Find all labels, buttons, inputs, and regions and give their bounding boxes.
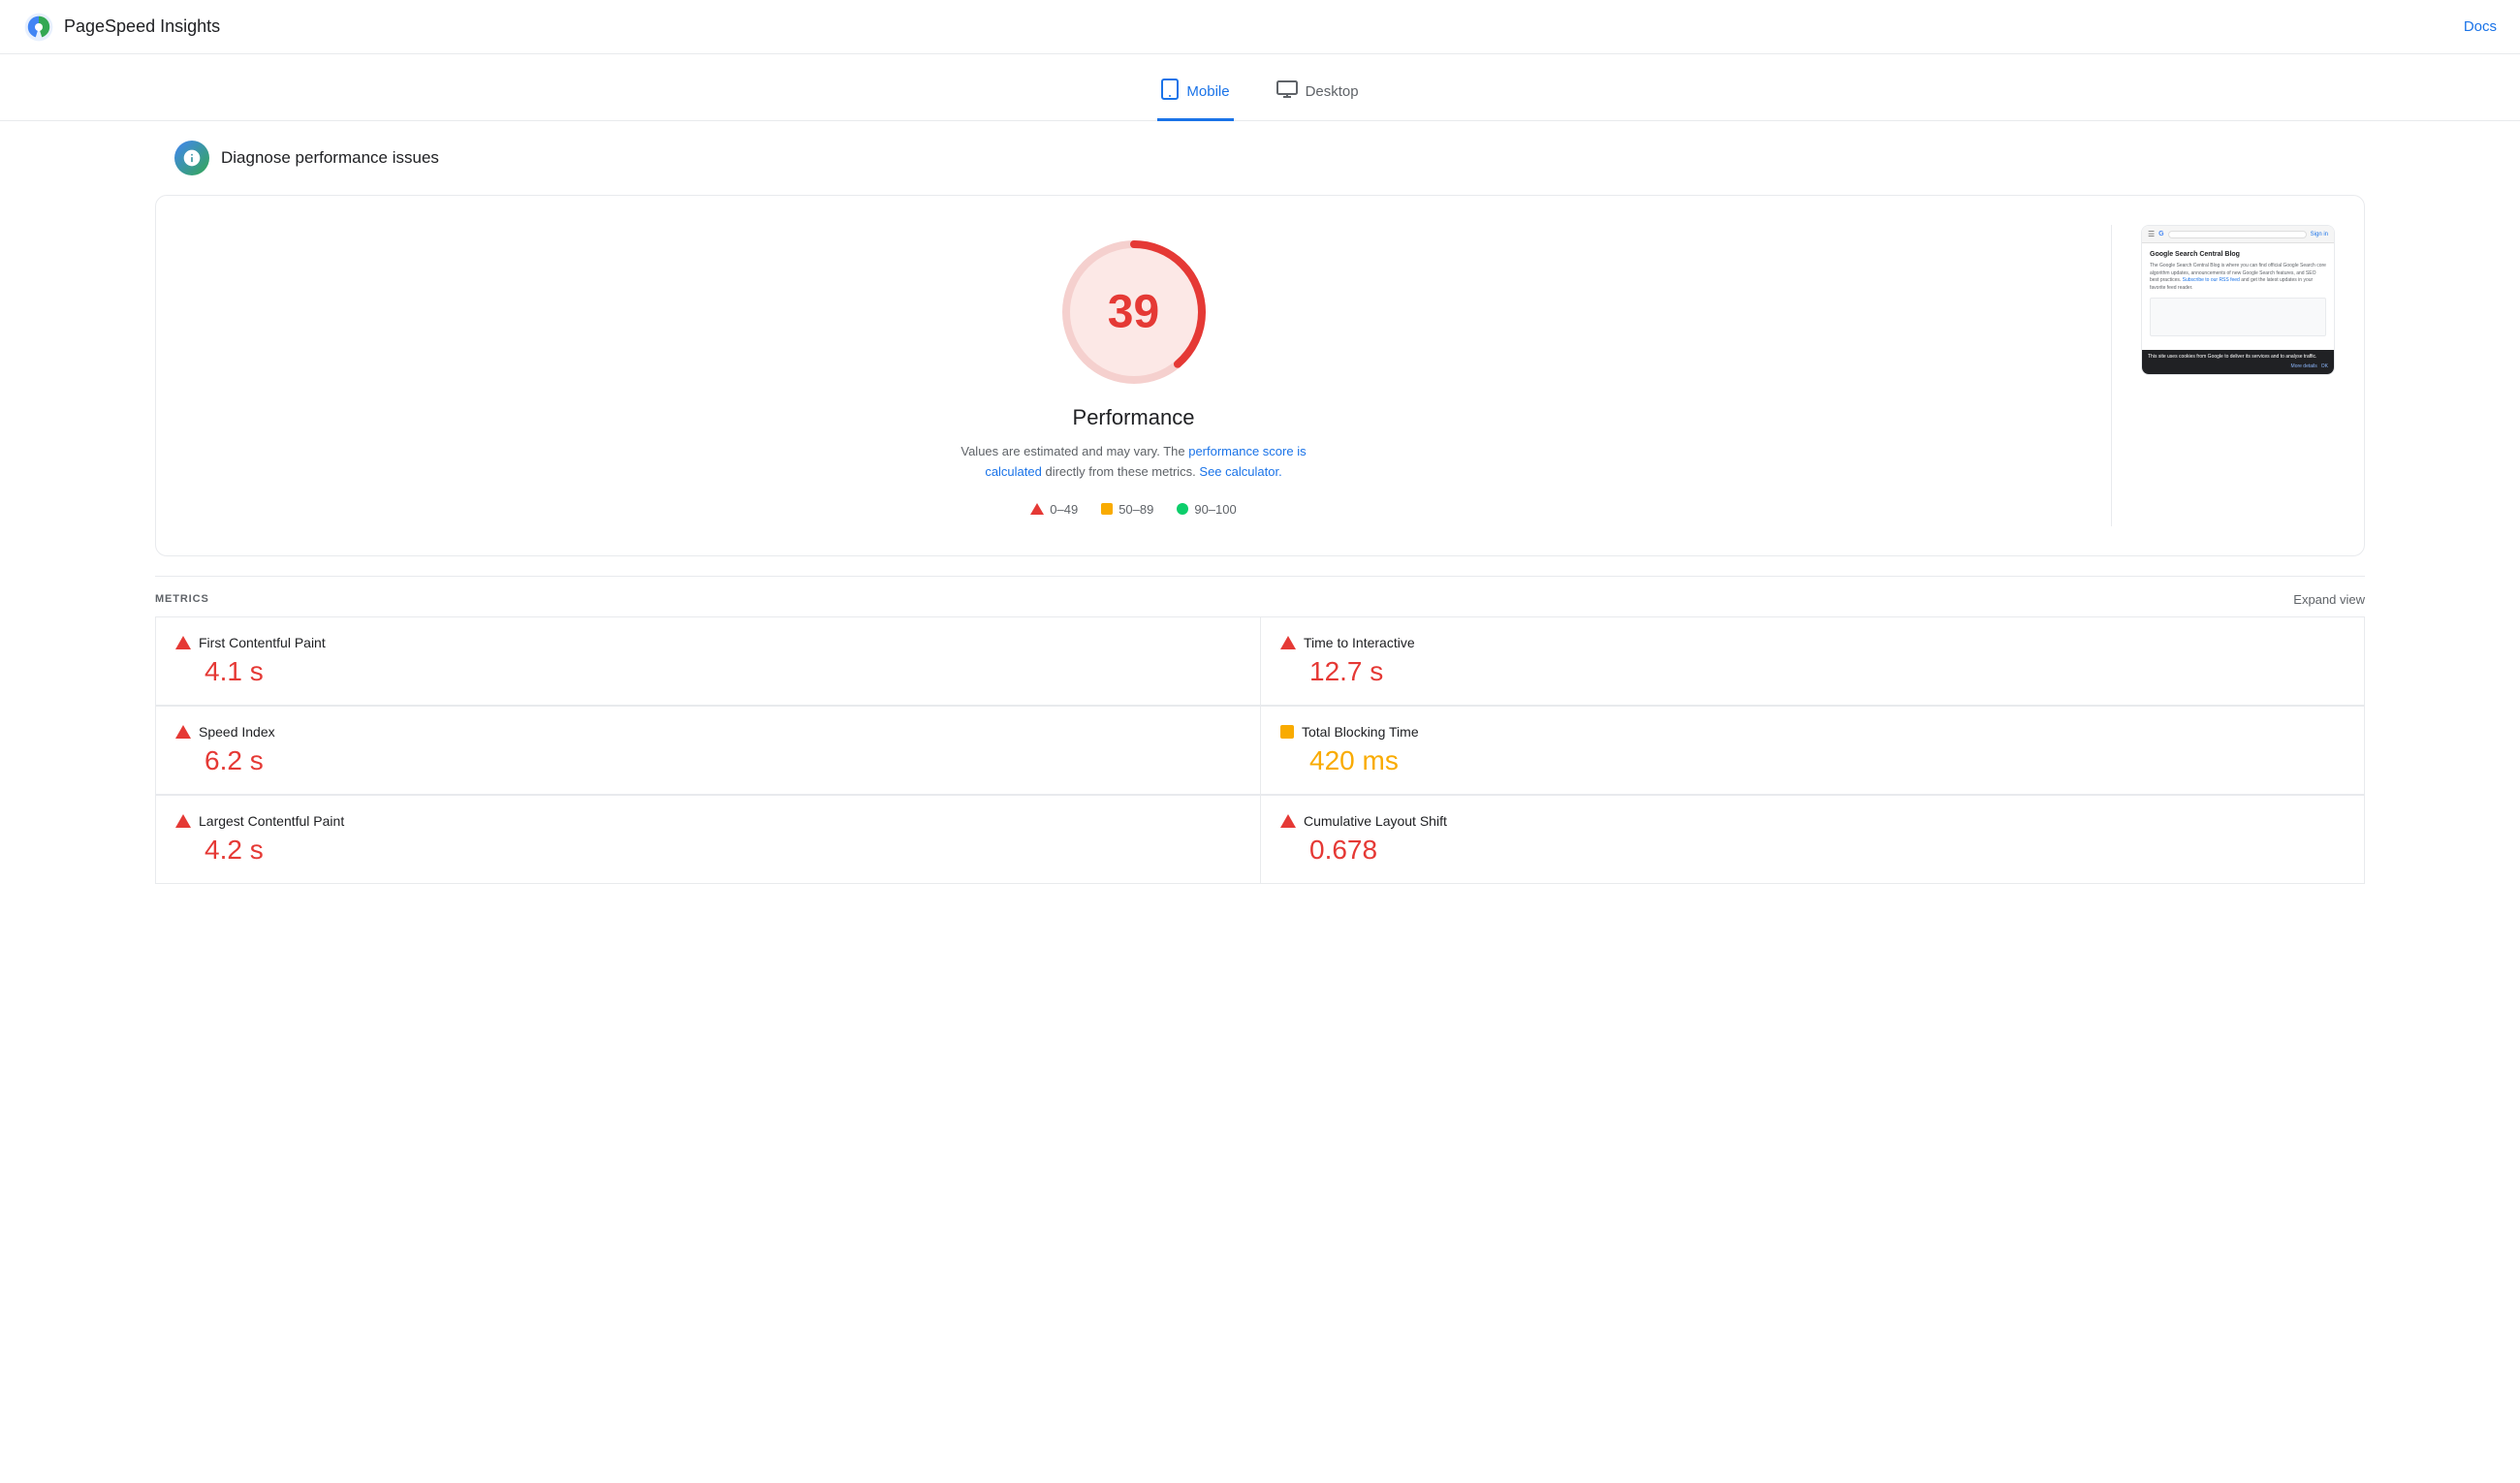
legend: 0–49 50–89 90–100 <box>1030 502 1236 517</box>
google-logo: G <box>2158 231 2163 237</box>
desc-text-1: Values are estimated and may vary. The <box>961 444 1188 458</box>
metric-value-tti: 12.7 s <box>1280 656 2345 687</box>
metric-cell-cls: Cumulative Layout Shift 0.678 <box>1260 795 2365 884</box>
metric-cell-tbt: Total Blocking Time 420 ms <box>1260 706 2365 795</box>
diagnose-icon <box>174 141 209 175</box>
tabs-container: Mobile Desktop <box>0 54 2520 121</box>
metric-name-si: Speed Index <box>199 724 275 740</box>
score-circle: 39 <box>1056 235 1212 390</box>
expand-view-button[interactable]: Expand view <box>2293 592 2365 607</box>
tab-desktop-label: Desktop <box>1306 83 1359 100</box>
diagnose-title: Diagnose performance issues <box>221 148 439 168</box>
section-divider <box>2111 225 2112 526</box>
metric-name-fcp: First Contentful Paint <box>199 635 326 650</box>
red-triangle-icon-cls <box>1280 814 1296 828</box>
metrics-header: METRICS Expand view <box>155 576 2365 616</box>
metric-value-tbt: 420 ms <box>1280 745 2345 776</box>
legend-circle-icon <box>1177 503 1188 515</box>
metric-header-tti: Time to Interactive <box>1280 635 2345 650</box>
metric-header-fcp: First Contentful Paint <box>175 635 1241 650</box>
red-triangle-icon-si <box>175 725 191 739</box>
diagnose-section: Diagnose performance issues <box>0 121 2520 195</box>
metric-value-cls: 0.678 <box>1280 835 2345 866</box>
cookie-buttons: More details OK <box>2148 363 2328 370</box>
main-card: 39 Performance Values are estimated and … <box>155 195 2365 556</box>
performance-desc: Values are estimated and may vary. The p… <box>950 442 1318 483</box>
screenshot-table <box>2150 298 2326 336</box>
screenshot-header: ☰ G Sign in <box>2142 226 2334 243</box>
metric-value-lcp: 4.2 s <box>175 835 1241 866</box>
metric-name-cls: Cumulative Layout Shift <box>1304 813 1447 829</box>
red-triangle-icon-fcp <box>175 636 191 649</box>
red-triangle-icon-lcp <box>175 814 191 828</box>
cookie-text: This site uses cookies from Google to de… <box>2148 354 2328 361</box>
legend-avg-range: 50–89 <box>1118 502 1153 517</box>
metric-value-fcp: 4.1 s <box>175 656 1241 687</box>
legend-triangle-icon <box>1030 503 1044 515</box>
screenshot-mockup: ☰ G Sign in Google Search Central Blog T… <box>2142 226 2334 374</box>
metric-name-lcp: Largest Contentful Paint <box>199 813 344 829</box>
metric-header-cls: Cumulative Layout Shift <box>1280 813 2345 829</box>
metric-cell-tti: Time to Interactive 12.7 s <box>1260 616 2365 706</box>
legend-good-range: 90–100 <box>1194 502 1236 517</box>
legend-item-average: 50–89 <box>1101 502 1153 517</box>
legend-square-icon <box>1101 503 1113 515</box>
metric-cell-si: Speed Index 6.2 s <box>155 706 1260 795</box>
score-number: 39 <box>1108 286 1159 339</box>
performance-label: Performance <box>1073 405 1195 430</box>
pagespeed-logo <box>23 12 54 43</box>
screenshot-body: Google Search Central Blog The Google Se… <box>2142 243 2334 350</box>
app-title: PageSpeed Insights <box>64 16 220 37</box>
desktop-icon <box>1276 80 1298 103</box>
tab-mobile-label: Mobile <box>1186 83 1229 100</box>
legend-bad-range: 0–49 <box>1050 502 1078 517</box>
header: PageSpeed Insights Docs <box>0 0 2520 54</box>
metrics-grid: First Contentful Paint 4.1 s Time to Int… <box>155 616 2365 884</box>
score-left: 39 Performance Values are estimated and … <box>185 225 2082 526</box>
orange-square-icon-tbt <box>1280 725 1294 739</box>
logo: PageSpeed Insights <box>23 12 220 43</box>
metric-value-si: 6.2 s <box>175 745 1241 776</box>
docs-link[interactable]: Docs <box>2464 18 2497 35</box>
blog-title: Google Search Central Blog <box>2150 251 2326 258</box>
legend-item-good: 90–100 <box>1177 502 1236 517</box>
desc-text-2: directly from these metrics. <box>1042 464 1200 479</box>
screenshot-body-text: The Google Search Central Blog is where … <box>2150 263 2326 292</box>
metric-header-lcp: Largest Contentful Paint <box>175 813 1241 829</box>
cookie-banner: This site uses cookies from Google to de… <box>2142 350 2334 374</box>
metric-cell-fcp: First Contentful Paint 4.1 s <box>155 616 1260 706</box>
metrics-label: METRICS <box>155 593 209 605</box>
score-section: 39 Performance Values are estimated and … <box>185 225 2335 526</box>
hamburger-icon: ☰ <box>2148 230 2155 238</box>
metric-name-tbt: Total Blocking Time <box>1302 724 1419 740</box>
mobile-icon <box>1161 79 1179 105</box>
screenshot-container: ☰ G Sign in Google Search Central Blog T… <box>2141 225 2335 375</box>
metric-cell-lcp: Largest Contentful Paint 4.2 s <box>155 795 1260 884</box>
signin-text: Sign in <box>2311 232 2328 237</box>
metric-name-tti: Time to Interactive <box>1304 635 1415 650</box>
metric-header-si: Speed Index <box>175 724 1241 740</box>
cookie-more-details[interactable]: More details <box>2291 363 2317 370</box>
red-triangle-icon-tti <box>1280 636 1296 649</box>
tab-mobile[interactable]: Mobile <box>1157 71 1233 121</box>
legend-item-bad: 0–49 <box>1030 502 1078 517</box>
metric-header-tbt: Total Blocking Time <box>1280 724 2345 740</box>
calculator-link[interactable]: See calculator. <box>1199 464 1281 479</box>
cookie-ok[interactable]: OK <box>2321 363 2328 370</box>
tab-desktop[interactable]: Desktop <box>1273 71 1363 121</box>
search-bar-mockup <box>2168 231 2307 238</box>
